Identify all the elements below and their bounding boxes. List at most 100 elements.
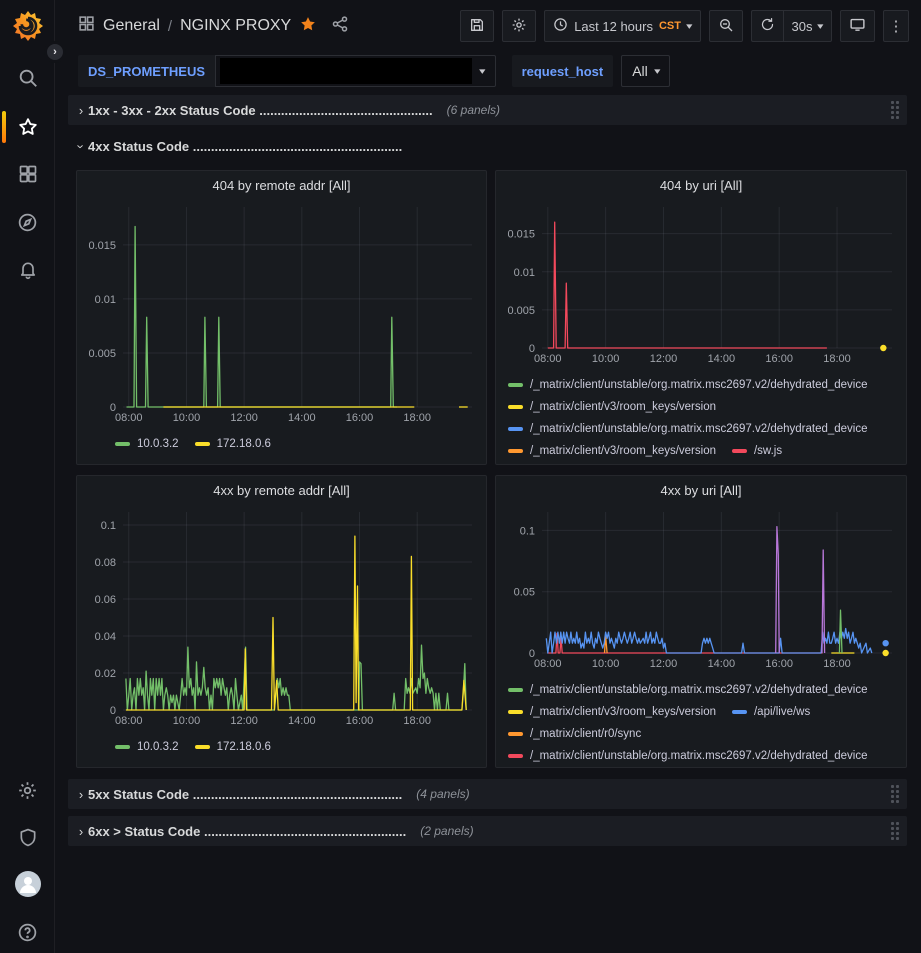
panel-4xx-by-uri: 4xx by uri [All] 00.050.108:0010:0012:00… (495, 475, 907, 768)
sidebar-item-starred[interactable] (0, 107, 55, 147)
svg-text:08:00: 08:00 (115, 412, 143, 424)
svg-text:0.01: 0.01 (95, 294, 116, 306)
svg-text:12:00: 12:00 (650, 658, 678, 670)
row-drag-handle[interactable] (891, 101, 899, 119)
row-panel-count: (6 panels) (447, 103, 500, 117)
legend-swatch (508, 754, 523, 758)
panel-header[interactable]: 4xx by remote addr [All] (77, 476, 486, 504)
sidebar-item-search[interactable] (0, 58, 55, 98)
more-options-button[interactable]: ⋮ (883, 10, 909, 42)
row-6xx[interactable]: › 6xx > Status Code ....................… (68, 816, 907, 846)
breadcrumb: General / NGINX PROXY (78, 15, 349, 38)
row-1xx-3xx-2xx[interactable]: › 1xx - 3xx - 2xx Status Code ..........… (68, 95, 907, 125)
sidebar: › (0, 0, 55, 953)
dashboard-title[interactable]: NGINX PROXY (180, 17, 291, 35)
refresh-interval-value: 30s (792, 19, 813, 34)
legend-swatch (115, 442, 130, 446)
legend-item[interactable]: /_matrix/client/r0/sync (508, 728, 641, 740)
refresh-button[interactable] (751, 10, 783, 42)
panel-header[interactable]: 404 by remote addr [All] (77, 171, 486, 199)
gear-icon (511, 17, 527, 36)
variable-label-request-host: request_host (512, 55, 614, 87)
legend-label: /_matrix/client/unstable/org.matrix.msc2… (530, 750, 868, 762)
gear-icon (17, 780, 38, 801)
zoom-out-button[interactable] (709, 10, 743, 42)
sidebar-item-configuration[interactable] (0, 770, 55, 810)
legend-item[interactable]: /_matrix/client/unstable/org.matrix.msc2… (508, 684, 868, 696)
time-range-picker[interactable]: Last 12 hours CST ▾ (544, 10, 700, 42)
legend-item[interactable]: /api/live/ws (732, 706, 810, 718)
legend-row: /_matrix/client/unstable/org.matrix.msc2… (508, 745, 896, 767)
dashboard-settings-button[interactable] (502, 10, 536, 42)
request-host-value: All (632, 63, 648, 79)
sidebar-item-explore[interactable] (0, 202, 55, 242)
kebab-icon: ⋮ (889, 17, 904, 35)
legend-swatch (732, 710, 747, 714)
svg-text:14:00: 14:00 (288, 715, 316, 727)
svg-text:18:00: 18:00 (823, 658, 851, 670)
chevron-right-icon: › (74, 103, 88, 118)
legend-swatch (195, 442, 210, 446)
legend-label: /sw.js (754, 445, 782, 457)
panel-title: 4xx by remote addr [All] (213, 483, 350, 498)
legend-item[interactable]: 172.18.0.6 (195, 438, 271, 450)
legend-swatch (508, 710, 523, 714)
panel-404-by-remote-addr: 404 by remote addr [All] 00.0050.010.015… (76, 170, 487, 465)
chart-area: 00.0050.010.01508:0010:0012:0014:0016:00… (85, 199, 478, 431)
svg-text:16:00: 16:00 (346, 715, 374, 727)
svg-text:14:00: 14:00 (288, 412, 316, 424)
svg-text:18:00: 18:00 (403, 412, 431, 424)
legend-item[interactable]: /_matrix/client/v3/room_keys/version (508, 401, 716, 413)
legend-swatch (508, 732, 523, 736)
favorite-star-icon[interactable] (299, 15, 317, 38)
legend-label: /_matrix/client/v3/room_keys/version (530, 706, 716, 718)
legend-item[interactable]: 10.0.3.2 (115, 438, 179, 450)
row-panel-count: (4 panels) (416, 787, 469, 801)
legend-item[interactable]: /sw.js (732, 445, 782, 457)
legend-item[interactable]: /_matrix/client/v3/room_keys/version (508, 445, 716, 457)
svg-text:16:00: 16:00 (346, 412, 374, 424)
request-host-select[interactable]: All ▾ (621, 55, 670, 87)
refresh-interval-picker[interactable]: 30s ▾ (783, 10, 833, 42)
svg-text:14:00: 14:00 (708, 353, 736, 365)
sidebar-item-dashboards[interactable] (0, 154, 55, 194)
sidebar-item-profile[interactable] (0, 864, 55, 904)
share-icon[interactable] (331, 15, 349, 38)
legend-swatch (508, 383, 523, 387)
legend-item[interactable]: 10.0.3.2 (115, 741, 179, 753)
sidebar-item-alerting[interactable] (0, 250, 55, 290)
svg-text:10:00: 10:00 (173, 715, 201, 727)
legend-label: /_matrix/client/v3/room_keys/version (530, 445, 716, 457)
legend-label: /_matrix/client/r0/sync (530, 728, 641, 740)
save-dashboard-button[interactable] (460, 10, 494, 42)
svg-text:0.06: 0.06 (95, 594, 116, 606)
kiosk-mode-button[interactable] (840, 10, 875, 42)
sidebar-item-server-admin[interactable] (0, 817, 55, 857)
toolbar: Last 12 hours CST ▾ 30s ▾ ⋮ (460, 10, 909, 42)
timezone-label: CST (659, 20, 681, 32)
legend-swatch (508, 449, 523, 453)
legend-item[interactable]: /_matrix/client/unstable/org.matrix.msc2… (508, 423, 868, 435)
row-drag-handle[interactable] (891, 822, 899, 840)
sidebar-expand-button[interactable]: › (44, 41, 66, 63)
legend-item[interactable]: 172.18.0.6 (195, 741, 271, 753)
panel-4xx-by-remote-addr: 4xx by remote addr [All] 00.020.040.060.… (76, 475, 487, 768)
legend-row: 10.0.3.2 172.18.0.6 (115, 433, 476, 455)
grafana-logo[interactable] (11, 9, 45, 43)
chevron-down-icon: ▾ (686, 21, 692, 32)
sidebar-item-help[interactable] (0, 912, 55, 952)
legend-row: /_matrix/client/unstable/org.matrix.msc2… (508, 374, 896, 396)
breadcrumb-section[interactable]: General (103, 17, 160, 35)
legend-item[interactable]: /_matrix/client/unstable/org.matrix.msc2… (508, 750, 868, 762)
panel-header[interactable]: 4xx by uri [All] (496, 476, 906, 504)
legend-row: /_matrix/client/v3/room_keys/version/sw.… (508, 440, 896, 462)
legend-item[interactable]: /_matrix/client/unstable/org.matrix.msc2… (508, 379, 868, 391)
panel-header[interactable]: 404 by uri [All] (496, 171, 906, 199)
legend-item[interactable]: /_matrix/client/v3/room_keys/version (508, 706, 716, 718)
chart-area: 00.020.040.060.080.108:0010:0012:0014:00… (85, 504, 478, 734)
variable-label-ds-prometheus: DS_PROMETHEUS (78, 55, 215, 87)
row-4xx[interactable]: › 4xx Status Code ......................… (68, 133, 907, 159)
row-drag-handle[interactable] (891, 785, 899, 803)
row-5xx[interactable]: › 5xx Status Code ......................… (68, 779, 907, 809)
datasource-select[interactable]: ▾ (215, 55, 496, 87)
